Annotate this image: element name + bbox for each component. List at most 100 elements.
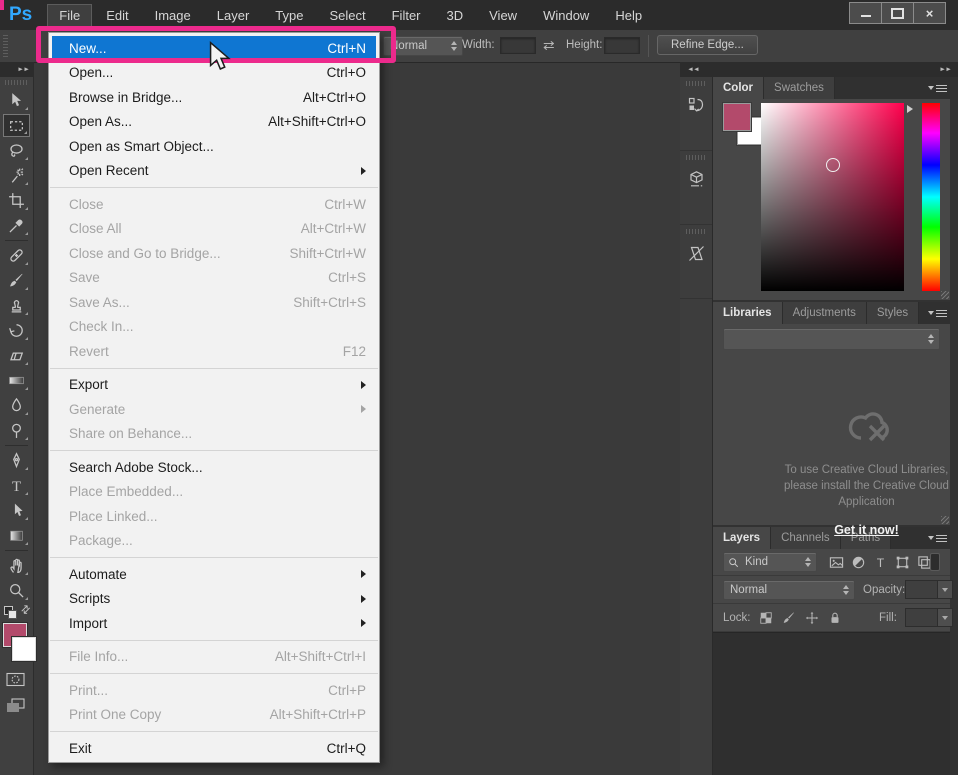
menu-item-browse-in-bridge[interactable]: Browse in Bridge...Alt+Ctrl+O <box>49 85 379 110</box>
menu-item-export[interactable]: Export <box>49 373 379 398</box>
background-color-swatch[interactable] <box>12 637 36 661</box>
toolbar-expand-button[interactable]: ►► <box>0 62 33 77</box>
menu-item-print[interactable]: Print...Ctrl+P <box>49 678 379 703</box>
menu-item-save-as[interactable]: Save As...Shift+Ctrl+S <box>49 290 379 315</box>
menu-item-revert[interactable]: RevertF12 <box>49 339 379 364</box>
maximize-button[interactable] <box>881 2 914 24</box>
collapsed-panel-artboard-icon[interactable] <box>683 240 709 266</box>
menu-item-place-embedded[interactable]: Place Embedded... <box>49 480 379 505</box>
menu-item-automate[interactable]: Automate <box>49 562 379 587</box>
lock-all-icon[interactable] <box>826 609 845 627</box>
dock-grip[interactable] <box>686 155 706 160</box>
menubar-item-3d[interactable]: 3D <box>435 4 476 27</box>
gradient-tool[interactable] <box>3 369 30 392</box>
filter-shape-layers-icon[interactable] <box>892 553 912 571</box>
close-button[interactable]: × <box>913 2 946 24</box>
menubar-item-window[interactable]: Window <box>531 4 601 27</box>
panel-menu-button[interactable] <box>924 302 950 324</box>
menu-item-close[interactable]: CloseCtrl+W <box>49 192 379 217</box>
collapse-panels-icon[interactable]: ►► <box>939 66 951 72</box>
menubar-item-help[interactable]: Help <box>603 4 654 27</box>
fill-dropdown[interactable] <box>905 608 953 627</box>
toolbar-grip[interactable] <box>5 80 28 85</box>
tab-styles[interactable]: Styles <box>867 302 919 324</box>
move-tool[interactable] <box>3 89 30 112</box>
options-blend-mode-dropdown[interactable]: Normal <box>383 36 463 56</box>
zoom-tool[interactable] <box>3 579 30 602</box>
default-colors-icon[interactable] <box>3 605 13 615</box>
menu-item-exit[interactable]: ExitCtrl+Q <box>49 736 379 761</box>
options-bar-grip[interactable] <box>3 35 8 57</box>
layer-filter-kind-dropdown[interactable]: Kind <box>723 552 817 572</box>
pen-tool[interactable] <box>3 449 30 472</box>
dodge-tool[interactable] <box>3 419 30 442</box>
menu-item-print-one-copy[interactable]: Print One CopyAlt+Shift+Ctrl+P <box>49 703 379 728</box>
tab-libraries[interactable]: Libraries <box>713 302 783 324</box>
dock-grip[interactable] <box>686 229 706 234</box>
brush-tool[interactable] <box>3 269 30 292</box>
menu-item-package[interactable]: Package... <box>49 529 379 554</box>
collapsed-panel-history-icon[interactable] <box>683 92 709 118</box>
history-brush-tool[interactable] <box>3 319 30 342</box>
type-tool[interactable] <box>3 474 30 497</box>
menu-item-place-linked[interactable]: Place Linked... <box>49 504 379 529</box>
menu-item-check-in[interactable]: Check In... <box>49 315 379 340</box>
menu-item-close-and-go-to-bridge[interactable]: Close and Go to Bridge...Shift+Ctrl+W <box>49 241 379 266</box>
menubar-item-image[interactable]: Image <box>143 4 203 27</box>
crop-tool[interactable] <box>3 189 30 212</box>
menu-item-share-on-behance[interactable]: Share on Behance... <box>49 422 379 447</box>
hue-slider[interactable] <box>922 103 940 291</box>
menu-item-search-adobe-stock[interactable]: Search Adobe Stock... <box>49 455 379 480</box>
menu-item-open-as-smart-object[interactable]: Open as Smart Object... <box>49 134 379 159</box>
minimize-button[interactable] <box>849 2 882 24</box>
menubar-item-filter[interactable]: Filter <box>380 4 433 27</box>
panel-resize-grip[interactable] <box>941 516 949 524</box>
menubar-item-edit[interactable]: Edit <box>94 4 140 27</box>
eyedropper-tool[interactable] <box>3 214 30 237</box>
height-input[interactable] <box>604 37 640 54</box>
menubar-item-select[interactable]: Select <box>317 4 377 27</box>
lasso-tool[interactable] <box>3 139 30 162</box>
opacity-dropdown[interactable] <box>905 580 953 599</box>
libraries-dropdown[interactable] <box>723 328 940 350</box>
menubar-item-layer[interactable]: Layer <box>205 4 262 27</box>
layer-filter-toggle[interactable] <box>930 553 940 571</box>
menubar-item-file[interactable]: File <box>47 4 92 27</box>
collapse-dock-icon[interactable]: ◄◄ <box>687 66 699 72</box>
menu-item-open-recent[interactable]: Open Recent <box>49 159 379 184</box>
hand-tool[interactable] <box>3 554 30 577</box>
panel-resize-grip[interactable] <box>941 291 949 299</box>
tab-adjustments[interactable]: Adjustments <box>783 302 867 324</box>
menubar-item-type[interactable]: Type <box>263 4 315 27</box>
collapsed-panel-3d-icon[interactable] <box>683 166 709 192</box>
dock-grip[interactable] <box>686 81 706 86</box>
menu-item-file-info[interactable]: File Info...Alt+Shift+Ctrl+I <box>49 645 379 670</box>
tab-swatches[interactable]: Swatches <box>764 77 835 99</box>
menu-item-open-as[interactable]: Open As...Alt+Shift+Ctrl+O <box>49 110 379 135</box>
get-it-now-link[interactable]: Get it now! <box>834 522 899 538</box>
eraser-tool[interactable] <box>3 344 30 367</box>
lock-pixels-icon[interactable] <box>780 609 799 627</box>
screen-mode-button[interactable] <box>5 697 26 719</box>
menu-item-import[interactable]: Import <box>49 611 379 636</box>
menubar-item-view[interactable]: View <box>477 4 529 27</box>
filter-pixel-layers-icon[interactable] <box>826 553 846 571</box>
menu-item-scripts[interactable]: Scripts <box>49 587 379 612</box>
clone-stamp-tool[interactable] <box>3 294 30 317</box>
panel-menu-button[interactable] <box>924 77 950 99</box>
lock-position-icon[interactable] <box>803 609 822 627</box>
layers-list[interactable] <box>713 632 950 775</box>
lock-transparency-icon[interactable] <box>757 609 776 627</box>
saturation-brightness-field[interactable] <box>761 103 904 291</box>
foreground-color-well[interactable] <box>723 103 751 131</box>
filter-adjustment-layers-icon[interactable] <box>848 553 868 571</box>
blur-tool[interactable] <box>3 394 30 417</box>
swap-width-height-icon[interactable]: ⇄ <box>543 38 555 53</box>
rectangle-tool[interactable] <box>3 524 30 547</box>
swap-colors-icon[interactable]: ⇄ <box>18 602 34 618</box>
spot-healing-brush-tool[interactable] <box>3 244 30 267</box>
quick-mask-button[interactable] <box>5 671 26 693</box>
tab-layers[interactable]: Layers <box>713 527 771 549</box>
refine-edge-button[interactable]: Refine Edge... <box>657 35 758 55</box>
tab-color[interactable]: Color <box>713 77 764 99</box>
